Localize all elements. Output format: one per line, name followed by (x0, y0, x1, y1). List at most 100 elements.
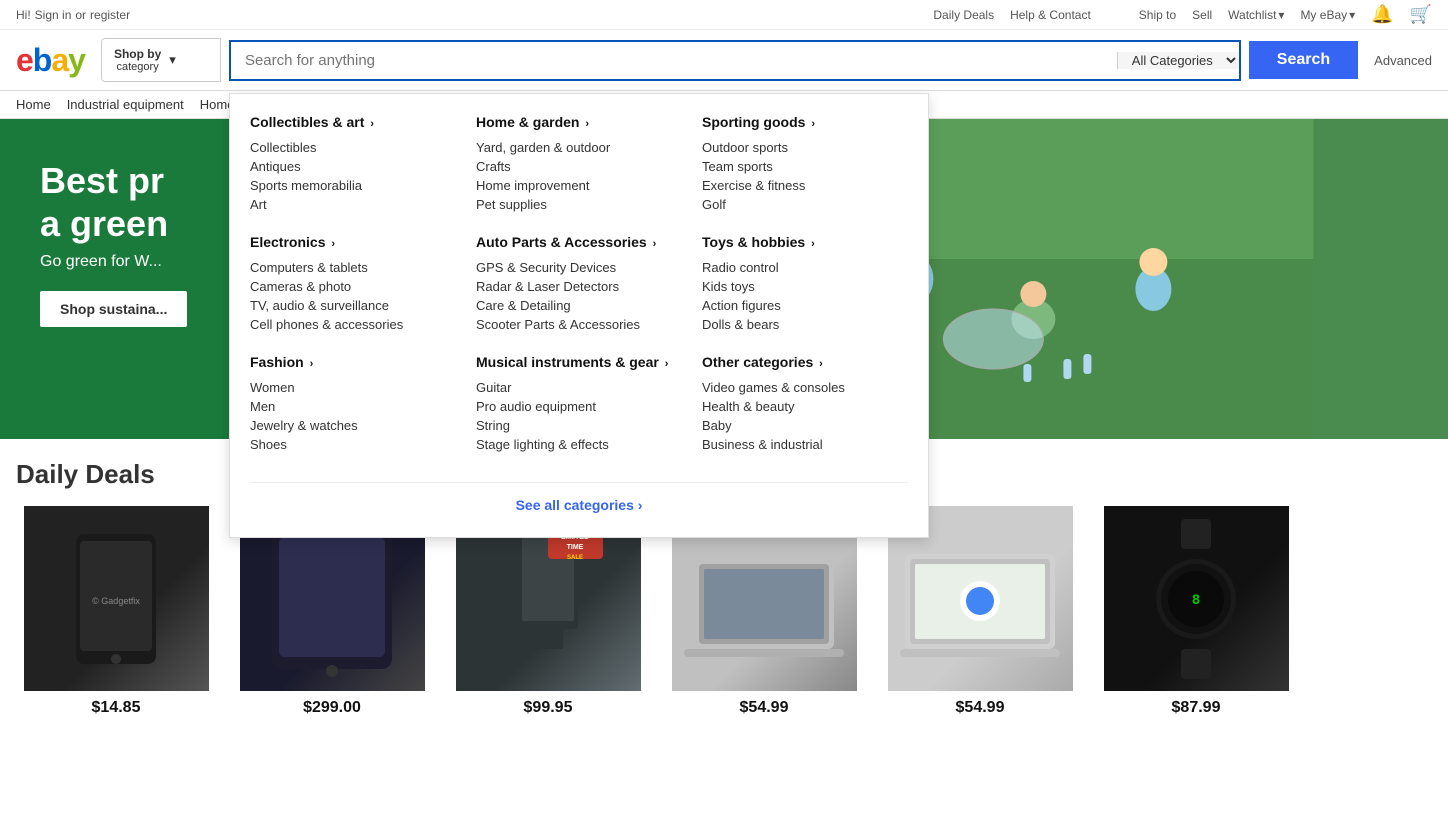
musical-instruments-header[interactable]: Musical instruments & gear › (476, 354, 682, 370)
header: ebay Shop by category ▾ All Categories S… (0, 30, 1448, 91)
scooter-parts-item[interactable]: Scooter Parts & Accessories (476, 315, 682, 334)
logo-y: y (68, 42, 85, 78)
pet-supplies-item[interactable]: Pet supplies (476, 195, 682, 214)
hero-shop-button[interactable]: Shop sustaina... (40, 291, 187, 327)
sign-in-link[interactable]: Sign in (35, 8, 72, 22)
sporting-goods-section: Sporting goods › Outdoor sports Team spo… (702, 114, 908, 214)
phone-img-svg: © Gadgetfix (66, 529, 166, 669)
myebay-dropdown[interactable]: My eBay ▾ (1300, 8, 1355, 22)
collectibles-header[interactable]: Collectibles & art › (250, 114, 456, 130)
myebay-chevron-icon: ▾ (1349, 8, 1355, 22)
sports-memorabilia-item[interactable]: Sports memorabilia (250, 176, 456, 195)
hero-title: Best pra green (40, 159, 187, 245)
health-beauty-item[interactable]: Health & beauty (702, 397, 908, 416)
ebay-logo: ebay (16, 42, 85, 79)
dropdown-col-3: Sporting goods › Outdoor sports Team spo… (702, 114, 908, 474)
svg-text:© Gadgetfix: © Gadgetfix (92, 596, 140, 606)
deal-price-3: $99.95 (524, 699, 573, 717)
dropdown-columns: Collectibles & art › Collectibles Antiqu… (250, 114, 908, 474)
art-item[interactable]: Art (250, 195, 456, 214)
tv-audio-item[interactable]: TV, audio & surveillance (250, 296, 456, 315)
search-input[interactable] (231, 42, 1117, 79)
team-sports-item[interactable]: Team sports (702, 157, 908, 176)
help-contact-link[interactable]: Help & Contact (1010, 8, 1091, 22)
deal-image-6[interactable]: 8 (1104, 506, 1289, 691)
search-button[interactable]: Search (1249, 41, 1358, 79)
collectibles-item[interactable]: Collectibles (250, 138, 456, 157)
men-item[interactable]: Men (250, 397, 456, 416)
kids-toys-item[interactable]: Kids toys (702, 277, 908, 296)
logo-e: e (16, 42, 33, 78)
logo-a: a (51, 42, 68, 78)
gps-security-item[interactable]: GPS & Security Devices (476, 258, 682, 277)
dolls-bears-item[interactable]: Dolls & bears (702, 315, 908, 334)
shop-by-sub: category (114, 61, 161, 73)
women-item[interactable]: Women (250, 378, 456, 397)
action-figures-item[interactable]: Action figures (702, 296, 908, 315)
collectibles-section: Collectibles & art › Collectibles Antiqu… (250, 114, 456, 214)
cart-icon[interactable]: 🛒 (1410, 4, 1432, 25)
ship-to-link[interactable]: Ship to (1139, 8, 1176, 22)
cell-phones-item[interactable]: Cell phones & accessories (250, 315, 456, 334)
deal-price-6: $87.99 (1172, 699, 1221, 717)
toys-hobbies-header[interactable]: Toys & hobbies › (702, 234, 908, 250)
register-link[interactable]: register (90, 8, 130, 22)
fashion-header[interactable]: Fashion › (250, 354, 456, 370)
outdoor-sports-item[interactable]: Outdoor sports (702, 138, 908, 157)
sporting-goods-header[interactable]: Sporting goods › (702, 114, 908, 130)
baby-item[interactable]: Baby (702, 416, 908, 435)
notification-bell-icon[interactable]: 🔔 (1371, 4, 1393, 25)
watchlist-chevron-icon: ▾ (1278, 8, 1284, 22)
tablet-img-svg (267, 519, 397, 679)
business-industrial-item[interactable]: Business & industrial (702, 435, 908, 454)
category-select[interactable]: All Categories (1117, 52, 1239, 69)
shop-by-label: Shop by (114, 47, 161, 61)
computers-tablets-item[interactable]: Computers & tablets (250, 258, 456, 277)
video-games-item[interactable]: Video games & consoles (702, 378, 908, 397)
deal-price-1: $14.85 (92, 699, 141, 717)
advanced-link[interactable]: Advanced (1374, 53, 1432, 68)
crafts-item[interactable]: Crafts (476, 157, 682, 176)
watch-img-svg: 8 (1136, 519, 1256, 679)
musical-arrow-icon: › (665, 358, 669, 370)
hi-text: Hi! (16, 8, 31, 22)
exercise-fitness-item[interactable]: Exercise & fitness (702, 176, 908, 195)
electronics-arrow-icon: › (331, 238, 335, 250)
shop-by-chevron-icon: ▾ (169, 52, 176, 68)
top-bar: Hi! Sign in or register Daily Deals Help… (0, 0, 1448, 30)
golf-item[interactable]: Golf (702, 195, 908, 214)
antiques-item[interactable]: Antiques (250, 157, 456, 176)
string-item[interactable]: String (476, 416, 682, 435)
deal-image-1[interactable]: © Gadgetfix (24, 506, 209, 691)
cameras-photo-item[interactable]: Cameras & photo (250, 277, 456, 296)
auto-parts-section: Auto Parts & Accessories › GPS & Securit… (476, 234, 682, 334)
home-garden-section: Home & garden › Yard, garden & outdoor C… (476, 114, 682, 214)
shoes-item[interactable]: Shoes (250, 435, 456, 454)
home-improvement-item[interactable]: Home improvement (476, 176, 682, 195)
care-detailing-item[interactable]: Care & Detailing (476, 296, 682, 315)
electronics-header[interactable]: Electronics › (250, 234, 456, 250)
sell-top-link[interactable]: Sell (1192, 8, 1212, 22)
stage-lighting-item[interactable]: Stage lighting & effects (476, 435, 682, 454)
auto-parts-header[interactable]: Auto Parts & Accessories › (476, 234, 682, 250)
deal-price-4: $54.99 (740, 699, 789, 717)
fashion-section: Fashion › Women Men Jewelry & watches Sh… (250, 354, 456, 454)
yard-garden-item[interactable]: Yard, garden & outdoor (476, 138, 682, 157)
shop-by-button[interactable]: Shop by category ▾ (101, 38, 221, 82)
watchlist-dropdown[interactable]: Watchlist ▾ (1228, 8, 1284, 22)
pro-audio-item[interactable]: Pro audio equipment (476, 397, 682, 416)
other-categories-section: Other categories › Video games & console… (702, 354, 908, 454)
radar-laser-item[interactable]: Radar & Laser Detectors (476, 277, 682, 296)
home-garden-arrow-icon: › (585, 118, 589, 130)
dropdown-col-2: Home & garden › Yard, garden & outdoor C… (476, 114, 682, 474)
jewelry-watches-item[interactable]: Jewelry & watches (250, 416, 456, 435)
radio-control-item[interactable]: Radio control (702, 258, 908, 277)
home-garden-header[interactable]: Home & garden › (476, 114, 682, 130)
nav-industrial[interactable]: Industrial equipment (67, 97, 184, 112)
daily-deals-link[interactable]: Daily Deals (933, 8, 994, 22)
see-all-categories[interactable]: See all categories › (250, 482, 908, 517)
nav-home[interactable]: Home (16, 97, 51, 112)
guitar-item[interactable]: Guitar (476, 378, 682, 397)
other-categories-header[interactable]: Other categories › (702, 354, 908, 370)
desktop-img-svg: LIMITED TIME SALE (488, 519, 608, 679)
